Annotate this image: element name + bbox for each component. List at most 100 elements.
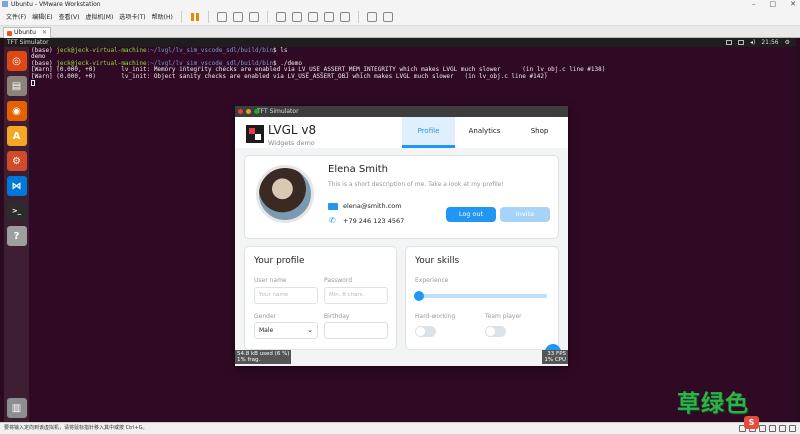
ubuntu-launcher: ◎ ▤ ◉ A ⚙ ⋈ >_ ? ▥ — [4, 47, 29, 422]
keyboard-icon[interactable] — [725, 40, 732, 45]
logout-button[interactable]: Log out — [446, 207, 496, 222]
terminal-icon[interactable]: >_ — [6, 201, 27, 221]
profile-name: Elena Smith — [328, 164, 389, 175]
password-input[interactable]: Min. 8 chars. — [324, 287, 388, 304]
tft-simulator-window[interactable]: TFT Simulator LVGL v8 Widgets demo Profi… — [235, 106, 568, 366]
trash-icon[interactable]: ▥ — [6, 398, 27, 418]
password-label: Password — [324, 277, 353, 284]
active-window-title: TFT Simulator — [7, 39, 49, 46]
clock[interactable]: 21:56 — [761, 38, 778, 47]
ubuntu-dash-icon[interactable]: ◎ — [6, 51, 27, 71]
experience-slider[interactable] — [417, 294, 547, 298]
network-adapter-icon[interactable] — [759, 425, 766, 432]
prompt-path: :~/lvgl/lv_sim_vscode_sdl/build/bin — [146, 47, 274, 54]
your-skills-card: Your skills Experience Hard-working Team… — [405, 246, 559, 350]
status-text: 要将输入定向到该虚拟机，请将鼠标指针移入其中或按 Ctrl+G。 — [4, 425, 148, 431]
lvgl-logo-icon — [246, 125, 264, 143]
lvgl-subtitle: Widgets demo — [268, 139, 315, 147]
simulator-title-bar[interactable]: TFT Simulator — [235, 106, 568, 117]
menu-edit[interactable]: 编辑(E) — [32, 12, 52, 21]
tab-analytics[interactable]: Analytics — [458, 117, 511, 148]
birthday-input[interactable] — [324, 322, 388, 339]
close-window-icon[interactable] — [238, 109, 243, 114]
fullscreen-icon[interactable] — [323, 11, 334, 22]
files-icon[interactable]: ▤ — [6, 76, 27, 96]
minimize-window-icon[interactable] — [246, 109, 251, 114]
hardworking-toggle[interactable] — [415, 326, 436, 337]
prompt-user: jeck@jeck-virtual-machine — [56, 47, 147, 54]
settings-icon[interactable]: ⚙ — [6, 151, 27, 171]
vscode-icon[interactable]: ⋈ — [6, 176, 27, 196]
menu-view[interactable]: 查看(V) — [59, 12, 80, 21]
revert-snapshot-icon[interactable] — [232, 11, 243, 22]
minimize-icon[interactable]: – — [752, 0, 756, 8]
library-icon[interactable] — [275, 11, 286, 22]
email-icon — [328, 203, 338, 210]
console-view-icon[interactable] — [307, 11, 318, 22]
maximize-window-icon[interactable] — [254, 109, 259, 114]
username-input[interactable]: Your name — [254, 287, 318, 304]
invite-button[interactable]: Invite — [500, 207, 550, 222]
profile-phone: +79 246 123 4567 — [343, 217, 405, 225]
terminal-line: [Warn] (0.000, +0) lv_init: Object sanit… — [31, 72, 548, 80]
teamplayer-toggle[interactable] — [485, 326, 506, 337]
menu-tabs[interactable]: 选项卡(T) — [119, 12, 145, 21]
watermark-text: 草绿色 — [677, 391, 749, 417]
thumbnail-icon[interactable] — [291, 11, 302, 22]
display-icon[interactable] — [789, 425, 796, 432]
teamplayer-label: Team player — [485, 313, 522, 320]
snapshot-icon[interactable] — [216, 11, 227, 22]
pause-icon[interactable] — [190, 12, 200, 22]
prompt-command: $ ls — [273, 47, 288, 54]
volume-icon[interactable]: ◂) — [750, 38, 755, 47]
profile-email: elena@smith.com — [343, 202, 402, 210]
lvgl-title: LVGL v8 — [268, 123, 317, 137]
your-profile-title: Your profile — [254, 256, 305, 266]
username-label: User name — [254, 277, 287, 284]
ime-icon[interactable]: S — [744, 416, 759, 429]
menu-file[interactable]: 文件(F) — [6, 12, 26, 21]
window-controls: – □ ✕ — [752, 0, 796, 8]
gender-label: Gender — [254, 313, 277, 320]
software-center-icon[interactable]: A — [6, 126, 27, 146]
unity-icon[interactable] — [339, 11, 350, 22]
your-skills-title: Your skills — [415, 256, 460, 266]
vmware-tab-bar: Ubuntu ✕ — [0, 26, 800, 38]
usb-icon[interactable] — [769, 425, 776, 432]
gender-select[interactable]: Male ⌄ — [254, 322, 318, 339]
avatar — [256, 165, 314, 223]
phone-icon: ✆ — [329, 216, 336, 225]
fps-monitor: 33 FPS 1% CPU — [542, 350, 568, 364]
chevron-down-icon: ⌄ — [307, 326, 313, 334]
your-profile-card: Your profile User name Your name Passwor… — [244, 246, 397, 350]
gender-value: Male — [259, 327, 274, 334]
tab-ubuntu-label: Ubuntu — [14, 29, 36, 36]
sound-icon[interactable] — [779, 425, 786, 432]
close-icon[interactable]: ✕ — [790, 0, 796, 8]
memory-monitor: 54.8 kB used (6 %) 1% frag. — [235, 350, 292, 364]
power-icon[interactable]: ⚙ — [785, 38, 790, 47]
maximize-icon[interactable]: □ — [770, 0, 777, 8]
terminal-cursor — [31, 80, 35, 87]
firefox-icon[interactable]: ◉ — [6, 101, 27, 121]
toolbar-separator — [180, 10, 182, 23]
tab-ubuntu[interactable]: Ubuntu ✕ — [3, 27, 51, 38]
manage-snapshots-icon[interactable] — [248, 11, 259, 22]
tab-profile[interactable]: Profile — [402, 117, 455, 148]
menu-help[interactable]: 帮助(H) — [152, 12, 173, 21]
window-buttons — [238, 109, 259, 114]
ubuntu-tab-icon — [7, 31, 12, 36]
system-tray: ◂) 21:56 ⚙ — [725, 38, 790, 47]
experience-label: Experience — [415, 277, 449, 284]
lvgl-header: LVGL v8 Widgets demo Profile Analytics S… — [235, 117, 568, 148]
close-tab-icon[interactable]: ✕ — [42, 28, 47, 38]
help-icon[interactable]: ? — [6, 226, 27, 246]
tab-shop[interactable]: Shop — [513, 117, 566, 148]
terminal-view-icon[interactable] — [366, 11, 377, 22]
stretch-icon[interactable] — [382, 11, 393, 22]
toolbar-separator — [207, 10, 209, 23]
toolbar-separator — [266, 10, 268, 23]
menu-vm[interactable]: 虚拟机(M) — [85, 12, 113, 21]
experience-slider-knob[interactable] — [414, 291, 424, 301]
network-icon[interactable] — [737, 40, 744, 45]
